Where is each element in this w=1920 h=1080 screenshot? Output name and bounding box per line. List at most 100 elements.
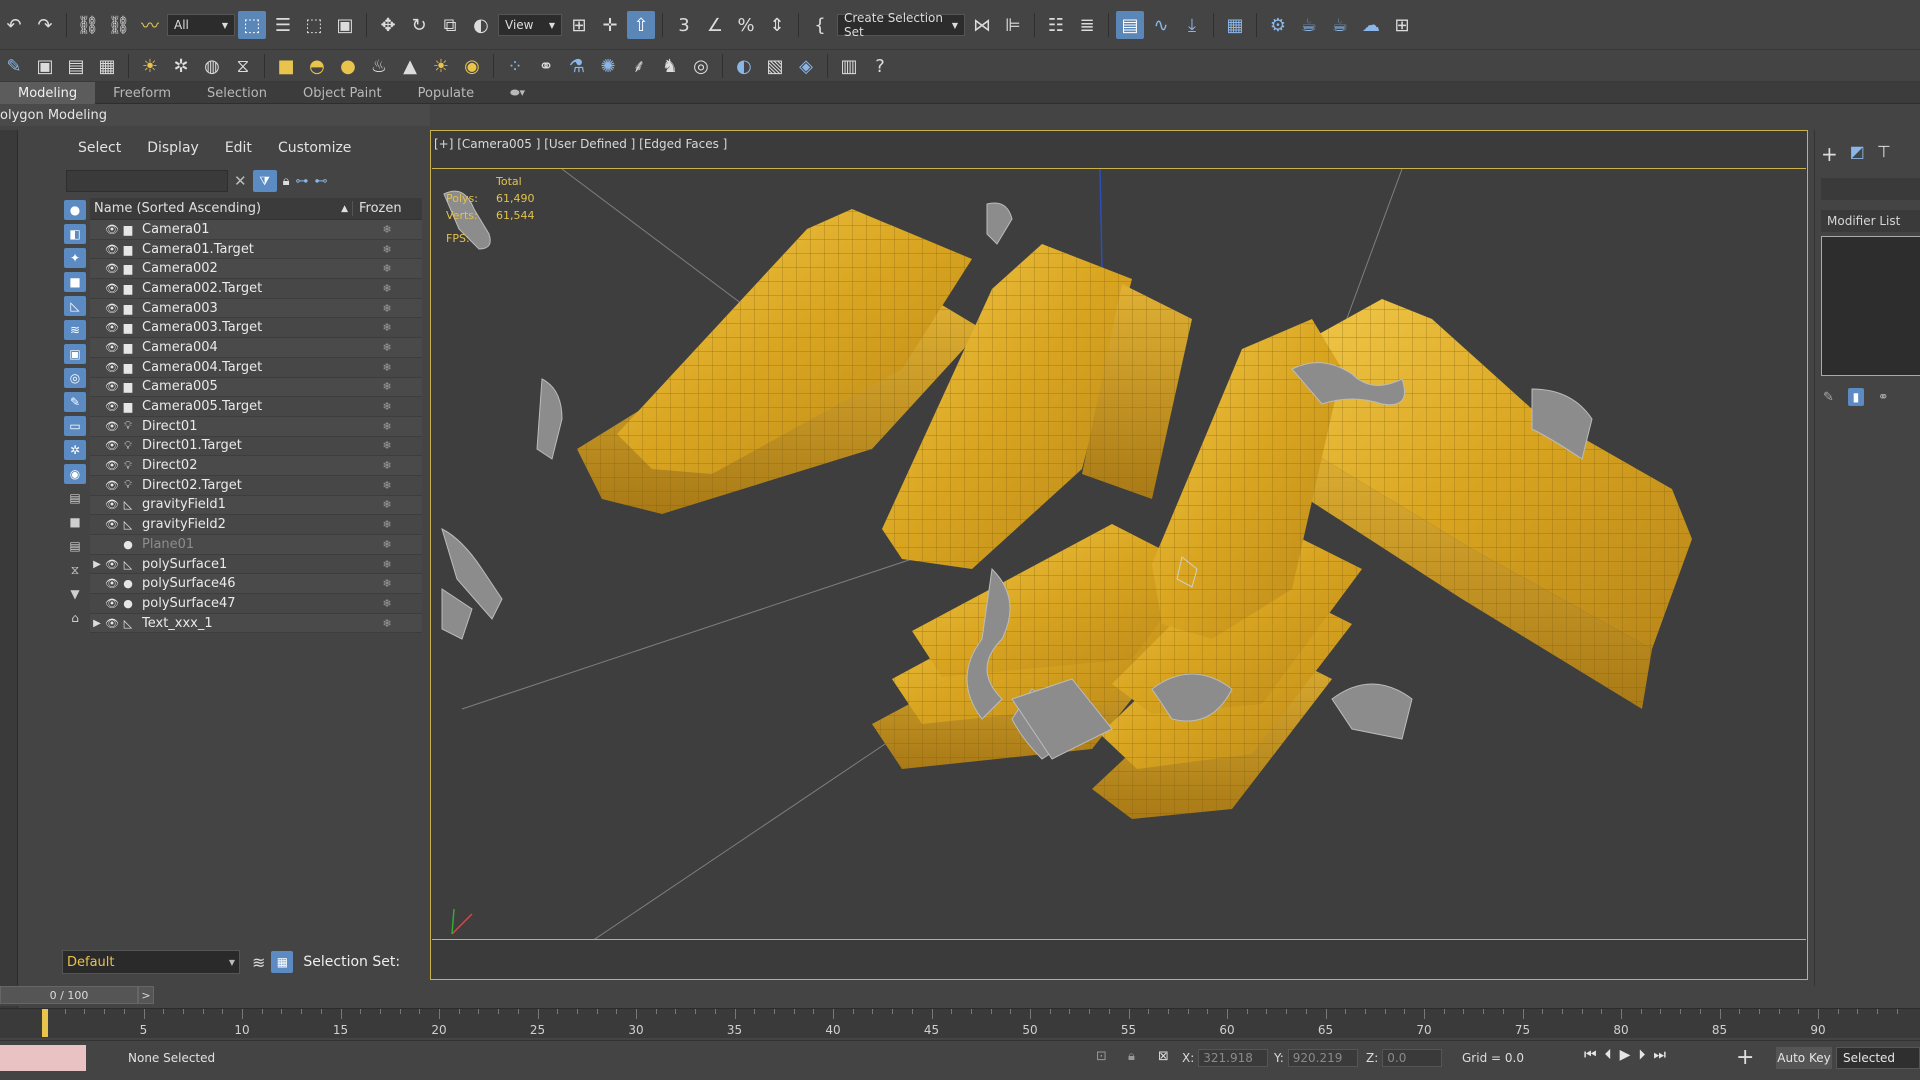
select-manipulate-icon[interactable]: ✛: [596, 11, 624, 39]
menu-select[interactable]: Select: [78, 140, 121, 156]
go-to-start-icon[interactable]: ⏮: [1584, 1047, 1597, 1063]
list-icon[interactable]: ▤: [62, 52, 90, 80]
layer-explorer-icon[interactable]: ≣: [1073, 11, 1101, 39]
viewport-label[interactable]: [+] [Camera005 ] [User Defined ] [Edged …: [434, 137, 727, 151]
visibility-eye-icon[interactable]: 👁︎: [104, 498, 120, 511]
visibility-eye-icon[interactable]: 👁︎: [104, 302, 120, 315]
scene-tree-row[interactable]: ● Plane01 ❄: [90, 535, 422, 555]
visibility-eye-icon[interactable]: 👁︎: [104, 341, 120, 354]
scene-tree-row[interactable]: 👁︎ ▆ Camera01 ❄: [90, 220, 422, 240]
curve-editor-icon[interactable]: ∿: [1147, 11, 1175, 39]
time-slider-thumb[interactable]: 0 / 100: [0, 986, 138, 1004]
hierarchy-tab-icon[interactable]: ⊤: [1877, 142, 1891, 166]
freeze-toggle-icon[interactable]: ❄: [352, 243, 422, 256]
scene-tree-row[interactable]: 👁︎ ◺ gravityField2 ❄: [90, 515, 422, 535]
menu-display[interactable]: Display: [147, 140, 199, 156]
freeze-toggle-icon[interactable]: ❄: [352, 518, 422, 531]
bind-spacewarp-icon[interactable]: 〰: [136, 11, 164, 39]
light-list-icon[interactable]: ☀: [136, 52, 164, 80]
isolate-icon[interactable]: ⊡: [1096, 1049, 1107, 1064]
box-icon[interactable]: ■: [272, 52, 300, 80]
freeze-toggle-icon[interactable]: ❄: [352, 597, 422, 610]
scene-explorer-icon[interactable]: ☷: [1042, 11, 1070, 39]
visibility-eye-icon[interactable]: 👁︎: [104, 479, 120, 492]
spacewarp-filter-icon[interactable]: ≋: [64, 320, 86, 340]
expand-arrow-icon[interactable]: ▶: [90, 559, 104, 570]
freeze-toggle-icon[interactable]: ❄: [352, 400, 422, 413]
schematic-view-icon[interactable]: ⤓: [1178, 11, 1206, 39]
freeze-toggle-icon[interactable]: ❄: [352, 380, 422, 393]
manipulate-icon[interactable]: ⇧: [627, 11, 655, 39]
freeze-toggle-icon[interactable]: ❄: [352, 538, 422, 551]
percent-snap-icon[interactable]: %: [732, 11, 760, 39]
hemisphere-icon[interactable]: ◓: [303, 52, 331, 80]
add-time-tag-icon[interactable]: +: [1736, 1045, 1754, 1070]
render-material-icon[interactable]: ◈: [792, 52, 820, 80]
scene-tree-row[interactable]: 👁︎ ▆ Camera01.Target ❄: [90, 239, 422, 260]
group-filter-icon[interactable]: ▣: [64, 344, 86, 364]
maxscript-listener[interactable]: [0, 1045, 86, 1071]
visibility-eye-icon[interactable]: 👁︎: [104, 400, 120, 413]
scene-tree-row[interactable]: 👁︎ 💡︎ Direct02.Target ❄: [90, 475, 422, 496]
pin-stack-icon[interactable]: ✎: [1823, 390, 1834, 405]
light-filter-icon[interactable]: ✦: [64, 248, 86, 268]
ribbon-icon[interactable]: ▤: [1116, 11, 1144, 39]
lock-icon[interactable]: 🔒︎: [283, 174, 290, 189]
spinner-snap-icon[interactable]: ⇕: [763, 11, 791, 39]
layer-dropdown[interactable]: Default ▼: [62, 950, 240, 974]
scene-tree-row[interactable]: ▶ 👁︎ ◺ polySurface1 ❄: [90, 554, 422, 575]
link-icon[interactable]: ⛓: [74, 11, 102, 39]
scene-tree-row[interactable]: 👁︎ ● polySurface46 ❄: [90, 574, 422, 595]
window-crossing-icon[interactable]: ▣: [331, 11, 359, 39]
visibility-filter-icon[interactable]: ◉: [64, 464, 86, 484]
clear-search-icon[interactable]: ✕: [234, 172, 247, 190]
freeze-toggle-icon[interactable]: ❄: [352, 439, 422, 452]
collapse-icon[interactable]: ⊷: [315, 174, 328, 189]
visibility-eye-icon[interactable]: 👁︎: [104, 321, 120, 334]
material-sphere-icon[interactable]: ◐: [730, 52, 758, 80]
name-column-header[interactable]: Name (Sorted Ascending): [90, 201, 341, 216]
scene-tree-row[interactable]: 👁︎ ▆ Camera002 ❄: [90, 259, 422, 280]
edit-icon[interactable]: ✎: [0, 52, 28, 80]
timeline[interactable]: 051015202530354045505560657075808590: [0, 1008, 1920, 1038]
expand-arrow-icon[interactable]: ▶: [90, 618, 104, 629]
display-none-icon[interactable]: ■: [64, 512, 86, 532]
align-icon[interactable]: ⊫: [999, 11, 1027, 39]
scene-tree-row[interactable]: 👁︎ ▆ Camera004.Target ❄: [90, 357, 422, 378]
place-icon[interactable]: ◐: [467, 11, 495, 39]
freeze-toggle-icon[interactable]: ❄: [352, 282, 422, 295]
freeze-toggle-icon[interactable]: ❄: [352, 341, 422, 354]
named-selection-set-dropdown[interactable]: Create Selection Set ▼: [837, 11, 965, 39]
teapot-icon[interactable]: ♨: [365, 52, 393, 80]
help-icon[interactable]: ?: [866, 52, 894, 80]
tab-freeform[interactable]: Freeform: [95, 82, 189, 104]
auto-key-button[interactable]: Auto Key: [1776, 1047, 1832, 1069]
freeze-toggle-icon[interactable]: ❄: [352, 459, 422, 472]
rendered-frame-icon[interactable]: ☕: [1295, 11, 1323, 39]
visibility-eye-icon[interactable]: 👁︎: [104, 223, 120, 236]
undo-icon[interactable]: ↶: [0, 11, 28, 39]
render-online-icon[interactable]: ☁: [1357, 11, 1385, 39]
shell-icon[interactable]: ◎: [687, 52, 715, 80]
camera-filter-icon[interactable]: ■: [64, 272, 86, 292]
camera-viewport[interactable]: Total Polys: 61,490 Verts: 61,544 FPS:: [432, 168, 1806, 940]
freeze-toggle-icon[interactable]: ❄: [352, 302, 422, 315]
modify-tab-icon[interactable]: ◩: [1850, 142, 1865, 166]
connect-icon[interactable]: ⚭: [532, 52, 560, 80]
scene-tree-row[interactable]: 👁︎ ▆ Camera003 ❄: [90, 298, 422, 319]
scene-tree-row[interactable]: 👁︎ ▆ Camera003.Target ❄: [90, 318, 422, 339]
visibility-eye-icon[interactable]: 👁︎: [104, 439, 120, 452]
freeze-toggle-icon[interactable]: ❄: [352, 617, 422, 630]
show-end-result-icon[interactable]: ▮: [1847, 388, 1864, 406]
visibility-eye-icon[interactable]: 👁︎: [104, 380, 120, 393]
display-all-icon[interactable]: ▤: [64, 488, 86, 508]
sun-icon[interactable]: ☀: [427, 52, 455, 80]
rect-select-icon[interactable]: ⬚: [300, 11, 328, 39]
visibility-eye-icon[interactable]: 👁︎: [104, 617, 120, 630]
container-filter-icon[interactable]: ▭: [64, 416, 86, 436]
select-by-name-icon[interactable]: ☰: [269, 11, 297, 39]
create-tab-icon[interactable]: +: [1821, 142, 1838, 166]
mirror-icon[interactable]: ⋈: [968, 11, 996, 39]
particle-filter-icon[interactable]: ✲: [64, 440, 86, 460]
play-icon[interactable]: ▶: [1620, 1047, 1631, 1063]
